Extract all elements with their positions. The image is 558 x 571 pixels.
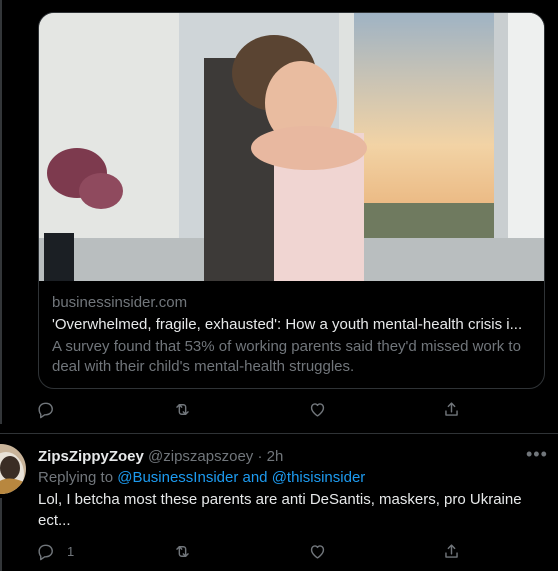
retweet-button[interactable] bbox=[173, 400, 192, 419]
avatar[interactable] bbox=[0, 444, 26, 494]
link-description: A survey found that 53% of working paren… bbox=[52, 338, 521, 375]
thread-line-reply bbox=[0, 498, 2, 571]
reply-icon bbox=[38, 544, 53, 561]
display-name[interactable]: ZipsZippyZoey bbox=[38, 448, 144, 465]
heart-icon bbox=[310, 403, 325, 417]
separator-dot: · bbox=[257, 448, 263, 465]
like-button[interactable] bbox=[308, 542, 327, 561]
tweet-text: Lol, I betcha most these parents are ant… bbox=[38, 491, 522, 529]
share-button[interactable] bbox=[442, 542, 461, 561]
retweet-icon bbox=[176, 546, 189, 557]
link-card[interactable]: businessinsider.com 'Overwhelmed, fragil… bbox=[38, 12, 545, 389]
heart-icon bbox=[310, 545, 325, 559]
share-icon bbox=[445, 544, 458, 558]
reply-actions: 1 bbox=[36, 542, 476, 564]
share-icon bbox=[445, 402, 458, 416]
tweet-divider bbox=[0, 433, 558, 434]
reply-button[interactable] bbox=[36, 400, 55, 419]
reply-icon bbox=[38, 402, 53, 419]
link-headline: 'Overwhelmed, fragile, exhausted': How a… bbox=[52, 316, 523, 333]
reply-button[interactable]: 1 bbox=[36, 542, 74, 561]
user-handle[interactable]: @zipszapszoey bbox=[148, 448, 253, 465]
reply-count: 1 bbox=[67, 544, 75, 559]
tweet-time[interactable]: 2h bbox=[267, 448, 284, 465]
share-button[interactable] bbox=[442, 400, 461, 419]
tweet-actions bbox=[36, 400, 476, 422]
tweet-header: ZipsZippyZoey @zipszapszoey · 2h bbox=[38, 447, 543, 467]
retweet-button[interactable] bbox=[173, 542, 192, 561]
thread-line bbox=[0, 0, 2, 424]
article-image bbox=[39, 13, 544, 281]
reply-mentions[interactable]: @BusinessInsider and @thisisinsider bbox=[117, 469, 365, 486]
reply-tweet[interactable]: ZipsZippyZoey @zipszapszoey · 2h Replyin… bbox=[38, 447, 543, 531]
more-options-icon[interactable]: ••• bbox=[526, 445, 548, 463]
replying-prefix: Replying to bbox=[38, 469, 118, 486]
link-domain: businessinsider.com bbox=[52, 294, 188, 311]
like-button[interactable] bbox=[308, 400, 327, 419]
replying-to: Replying to @BusinessInsider and @thisis… bbox=[38, 468, 543, 488]
retweet-icon bbox=[176, 404, 189, 415]
